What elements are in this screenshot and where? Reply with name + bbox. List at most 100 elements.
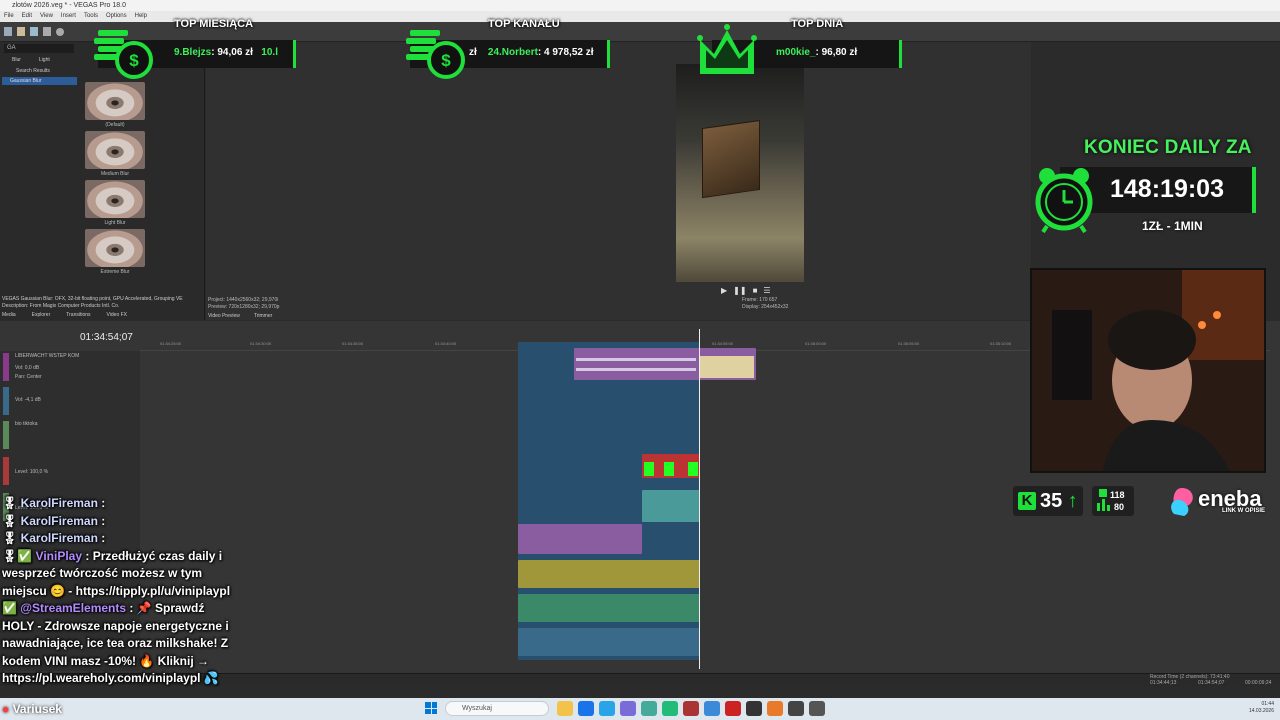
frame-info: Frame: 170 657 <box>742 297 778 303</box>
teal-clip[interactable] <box>642 490 700 522</box>
top-month-value: 9.Blejzs: 94,06 zł 10.l <box>174 47 278 58</box>
kick-count: 35 ↑ <box>1040 490 1078 512</box>
menu-tools[interactable]: Tools <box>84 11 98 22</box>
opera-icon[interactable] <box>683 701 699 716</box>
app-icon[interactable] <box>641 701 657 716</box>
taskbar-apps <box>557 701 825 716</box>
fx-item-selected[interactable]: Gaussian Blur <box>2 77 77 85</box>
green-screen-clip[interactable] <box>642 454 700 478</box>
track-level[interactable]: Level: 100,0 % <box>15 469 48 475</box>
video-preview-panel: ▶ ❚❚ ■ ☰ Project: 1440x2560x32; 29,970i … <box>206 42 1031 320</box>
track-header[interactable]: bio tiktoka <box>3 421 137 451</box>
play-icon[interactable]: ▶ <box>721 286 727 295</box>
badge-icon: 🎖✅ <box>2 548 33 563</box>
preset-thumb[interactable] <box>85 229 145 267</box>
waveform-band-top <box>576 358 696 361</box>
waveform-band-bottom <box>576 368 696 371</box>
menu-view[interactable]: View <box>40 11 53 22</box>
ruler-tick: 01:34:40:00 <box>435 341 457 346</box>
obs-icon[interactable] <box>809 701 825 716</box>
save-icon <box>30 27 38 36</box>
windows-taskbar: Wyszukaj 01:44 14.03.2026 <box>0 698 1280 720</box>
menu-insert[interactable]: Insert <box>61 11 76 22</box>
vegas-icon[interactable] <box>767 701 783 716</box>
search-results-label[interactable]: Search Results <box>2 68 77 76</box>
pause-icon[interactable]: ❚❚ <box>733 286 746 295</box>
stats-icon <box>1097 489 1110 511</box>
tab-media[interactable]: Media <box>2 312 16 318</box>
timeline-selection[interactable] <box>518 342 756 660</box>
chat-message: 🎖 KarolFireman : <box>2 530 234 548</box>
tab-transitions[interactable]: Transitions <box>66 312 90 318</box>
badge-icon: 🎖 <box>2 513 18 528</box>
green-clip-frames <box>644 462 698 476</box>
menu-file[interactable]: File <box>4 11 14 22</box>
clip-frame <box>664 462 674 476</box>
audio-clip[interactable] <box>574 348 756 380</box>
filter-blur[interactable]: Blur <box>12 57 21 63</box>
track-pan[interactable]: Pan: Center <box>15 374 42 380</box>
app-icon[interactable] <box>599 701 615 716</box>
chat-user: ViniPlay <box>35 548 83 563</box>
track-header[interactable]: Vol: -4,1 dB <box>3 387 137 417</box>
app-icon[interactable] <box>704 701 720 716</box>
steam-icon[interactable] <box>746 701 762 716</box>
stop-icon[interactable]: ■ <box>753 286 758 295</box>
system-tray-clock[interactable]: 01:44 14.03.2026 <box>1249 701 1274 715</box>
green-video-clip[interactable] <box>518 594 700 622</box>
top-channel-label: TOP KANAŁU <box>488 18 560 30</box>
status-timecode-2: 01:34:54;07 <box>1198 680 1225 686</box>
teams-icon[interactable] <box>620 701 636 716</box>
tab-video-preview[interactable]: Video Preview <box>208 313 240 319</box>
audio-clip-tail <box>700 356 754 378</box>
track-color <box>3 353 9 381</box>
toolbar-icons[interactable] <box>0 22 80 42</box>
menu-icon[interactable]: ☰ <box>763 286 770 295</box>
preset-thumb[interactable] <box>85 180 145 218</box>
status-timecode-3: 00:00:09;24 <box>1245 680 1272 686</box>
track-header[interactable]: Level: 100,0 % <box>3 457 137 487</box>
app-icon[interactable] <box>725 701 741 716</box>
properties-icon <box>43 27 51 36</box>
track-volume[interactable]: Vol: -4,1 dB <box>15 397 41 403</box>
app-icon[interactable] <box>788 701 804 716</box>
clip-frame <box>688 462 698 476</box>
tab-trimmer[interactable]: Trimmer <box>254 313 272 319</box>
start-icon[interactable] <box>425 702 437 714</box>
playhead-cursor[interactable] <box>699 329 700 669</box>
fx-description-line2: Description: From Magix Computer Product… <box>2 303 120 309</box>
app-icon[interactable] <box>662 701 678 716</box>
alarm-clock-icon <box>1035 168 1093 234</box>
open-icon <box>17 27 25 36</box>
svg-text:$: $ <box>441 51 451 70</box>
track-color <box>3 421 9 449</box>
fx-search-input[interactable]: GA <box>4 44 74 53</box>
preset-thumb[interactable] <box>85 82 145 120</box>
preview-frame-info: Frame: 170 657 Display: 254x452x32 <box>742 297 788 311</box>
menu-options[interactable]: Options <box>106 11 127 22</box>
yellow-clip[interactable] <box>518 560 700 588</box>
tab-explorer[interactable]: Explorer <box>32 312 51 318</box>
preset-thumb[interactable] <box>85 131 145 169</box>
menu-help[interactable]: Help <box>135 11 147 22</box>
track-header[interactable]: LIBERWACHT WSTEP KOM Vol: 0,0 dB Pan: Ce… <box>3 353 137 383</box>
taskbar-search[interactable]: Wyszukaj <box>445 701 549 716</box>
track-volume[interactable]: Vol: 0,0 dB <box>15 365 39 371</box>
ruler-tick: 01:35:00:00 <box>805 341 827 346</box>
track-color <box>3 387 9 415</box>
blue-video-clip[interactable] <box>518 628 700 656</box>
top-day-value: m00kie_: 96,80 zł <box>776 47 857 58</box>
viewer-stats: 118 80 <box>1092 486 1134 516</box>
chat-text: : <box>101 531 106 545</box>
tab-video-fx[interactable]: Video FX <box>107 312 127 318</box>
filter-light[interactable]: Light <box>39 57 50 63</box>
purple-clip[interactable] <box>518 524 642 554</box>
top-month-user: 9.Blejzs <box>174 47 212 58</box>
edge-icon[interactable] <box>578 701 594 716</box>
timer-rate: 1ZŁ - 1MIN <box>1142 219 1203 233</box>
explorer-icon[interactable] <box>557 701 573 716</box>
sponsor-eneba[interactable]: eneba LINK W OPISIE <box>1166 486 1265 523</box>
coins-icon: $ <box>406 30 465 79</box>
badge-icon: 🎖 <box>2 496 18 510</box>
menu-edit[interactable]: Edit <box>22 11 32 22</box>
